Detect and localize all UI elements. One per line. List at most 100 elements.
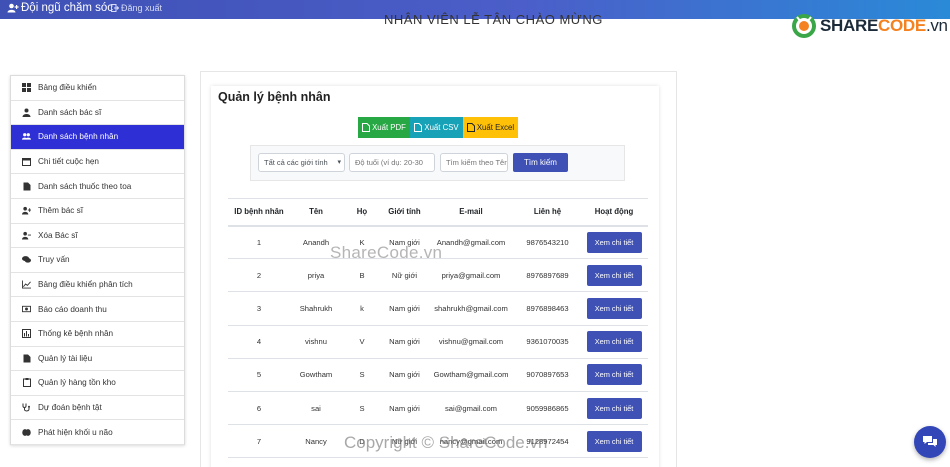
- age-range-input[interactable]: [349, 153, 435, 172]
- table-cell: 8976897689: [526, 270, 569, 280]
- sidebar: Bảng điều khiển Danh sách bác sĩ Danh sách…: [10, 75, 185, 445]
- sidebar-item[interactable]: Truy vấn: [11, 248, 184, 273]
- sidebar-item[interactable]: Danh sách thuốc theo toa: [11, 174, 184, 199]
- sidebar-item[interactable]: Dự đoán bệnh tật: [11, 396, 184, 421]
- sidebar-item[interactable]: Xóa Bác sĩ: [11, 224, 184, 249]
- sidebar-item[interactable]: Phát hiện khối u não: [11, 420, 184, 445]
- sidebar-item[interactable]: Chi tiết cuộc hẹn: [11, 150, 184, 175]
- watermark-bottom: Copyright © ShareCode.vn: [344, 433, 548, 452]
- page-title: Quản lý bệnh nhân: [218, 90, 331, 104]
- document-icon: [22, 354, 31, 363]
- grid-icon: [22, 83, 31, 93]
- col-header: E-mail: [459, 207, 483, 217]
- sidebar-item-label: Quản lý hàng tồn kho: [38, 378, 116, 388]
- patient-table: ID bệnh nhân Tên Họ Giới tính E-mail Liê…: [228, 198, 648, 458]
- view-details-button[interactable]: Xem chi tiết: [586, 331, 642, 353]
- chevron-down-icon: ▾: [337, 159, 341, 166]
- watermark-center: ShareCode.vn: [330, 243, 443, 262]
- sidebar-item[interactable]: Quản lý hàng tồn kho: [11, 371, 184, 396]
- col-header: Giới tính: [388, 207, 421, 217]
- pdf-file-icon: [362, 123, 371, 132]
- view-details-button[interactable]: Xem chi tiết: [586, 364, 642, 386]
- table-cell: sai@gmail.com: [444, 403, 498, 413]
- user-minus-icon: [22, 231, 31, 240]
- sidebar-item-label: Truy vấn: [38, 255, 70, 265]
- table-cell: 3: [256, 303, 262, 313]
- sidebar-item[interactable]: Quản lý tài liệu: [11, 347, 184, 372]
- col-header: Tên: [309, 207, 323, 217]
- sign-out-icon: [111, 4, 119, 12]
- sidebar-item[interactable]: Thêm bác sĩ: [11, 199, 184, 224]
- user-md-icon: [22, 108, 31, 117]
- view-details-button[interactable]: Xem chi tiết: [586, 430, 642, 452]
- sidebar-item[interactable]: Thống kê bệnh nhân: [11, 322, 184, 347]
- sidebar-item[interactable]: Báo cáo doanh thu: [11, 297, 184, 322]
- sidebar-item[interactable]: Danh sách bác sĩ: [11, 101, 184, 126]
- table-cell: Gowtham: [299, 370, 333, 380]
- table-row: 5 Gowtham S Nam giới Gowtham@gmail.com 907089…: [228, 358, 648, 392]
- chat-button[interactable]: [914, 426, 946, 458]
- view-details-button[interactable]: Xem chi tiết: [586, 231, 642, 253]
- sidebar-item[interactable]: Bảng điều khiển phân tích: [11, 273, 184, 298]
- table-row: 3 Shahrukh k Nam giới shahrukh@gmail.com 8976…: [228, 292, 648, 326]
- sidebar-item-label: Bảng điều khiển phân tích: [38, 280, 133, 290]
- sidebar-item-label: Thêm bác sĩ: [38, 206, 84, 216]
- users-icon: [22, 132, 31, 141]
- action-cell: Xem chi tiết: [580, 226, 648, 259]
- table-cell: Nam giới: [389, 370, 420, 380]
- export-csv-label: Xuất CSV: [424, 123, 459, 132]
- table-header-row: ID bệnh nhân Tên Họ Giới tính E-mail Liê…: [228, 198, 648, 226]
- name-search-input[interactable]: [440, 153, 508, 172]
- sidebar-item[interactable]: Danh sách bệnh nhân: [11, 125, 184, 150]
- view-details-button[interactable]: Xem chi tiết: [586, 264, 642, 286]
- search-button[interactable]: Tìm kiếm: [513, 153, 568, 172]
- stethoscope-icon: [22, 403, 31, 412]
- csv-file-icon: [414, 123, 423, 132]
- view-details-button[interactable]: Xem chi tiết: [586, 397, 642, 419]
- table-cell: vishnu@gmail.com: [438, 337, 504, 347]
- file-icon: [22, 182, 31, 191]
- sidebar-item-label: Bảng điều khiển: [38, 83, 97, 93]
- sidebar-item-label: Xóa Bác sĩ: [38, 230, 78, 240]
- table-cell: 9876543210: [526, 237, 569, 247]
- logout-link[interactable]: Đăng xuất: [111, 3, 162, 13]
- export-csv-button[interactable]: Xuất CSV: [410, 117, 463, 138]
- col-header: ID bệnh nhân: [234, 207, 284, 217]
- table-cell: Nữ giới: [391, 270, 418, 280]
- logo-text: SHARECODE.vn: [820, 16, 948, 35]
- export-pdf-button[interactable]: Xuất PDF: [358, 117, 410, 138]
- table-cell: 7: [256, 436, 262, 446]
- action-cell: Xem chi tiết: [580, 325, 648, 358]
- sidebar-item-label: Danh sách bác sĩ: [38, 107, 102, 117]
- table-cell: shahrukh@gmail.com: [434, 303, 508, 313]
- sidebar-item-label: Thống kê bệnh nhân: [38, 329, 114, 339]
- chart-line-icon: [22, 280, 31, 289]
- page-heading: NHÂN VIÊN LỄ TÂN CHÀO MỪNG: [384, 12, 603, 27]
- sidebar-item-label: Quản lý tài liệu: [38, 353, 93, 363]
- comments-icon: [22, 255, 31, 264]
- excel-file-icon: [466, 123, 475, 132]
- brand-link[interactable]: Đội ngũ chăm sóc: [7, 2, 113, 14]
- table-row: 4 vishnu V Nam giới vishnu@gmail.com 93610700…: [228, 325, 648, 359]
- view-details-button[interactable]: Xem chi tiết: [586, 297, 642, 319]
- sidebar-item-label: Danh sách bệnh nhân: [38, 132, 119, 142]
- table-cell: Nam giới: [389, 403, 420, 413]
- table-cell: S: [359, 370, 365, 380]
- export-excel-button[interactable]: Xuất Excel: [463, 117, 518, 138]
- table-cell: Nam giới: [389, 303, 420, 313]
- table-cell: Shahrukh: [299, 303, 333, 313]
- sidebar-item[interactable]: Bảng điều khiển: [11, 76, 184, 101]
- table-cell: 9361070035: [526, 337, 569, 347]
- table-cell: Gowtham@gmail.com: [433, 370, 509, 380]
- gender-select[interactable]: Tất cả các giới tính ▾: [258, 153, 345, 172]
- export-pdf-label: Xuất PDF: [372, 123, 406, 132]
- table-cell: 6: [256, 403, 262, 413]
- table-cell: 9070897653: [526, 370, 569, 380]
- table-cell: k: [360, 303, 364, 313]
- export-excel-label: Xuất Excel: [476, 123, 515, 132]
- table-row: 6 sai S Nam giới sai@gmail.com 9059986865 Xem …: [228, 391, 648, 425]
- brand-label: Đội ngũ chăm sóc: [21, 2, 114, 14]
- action-cell: Xem chi tiết: [580, 425, 648, 458]
- table-row: 2 priya B Nữ giới priya@gmail.com 8976897689 X…: [228, 259, 648, 292]
- chat-bubbles-icon: [923, 436, 937, 447]
